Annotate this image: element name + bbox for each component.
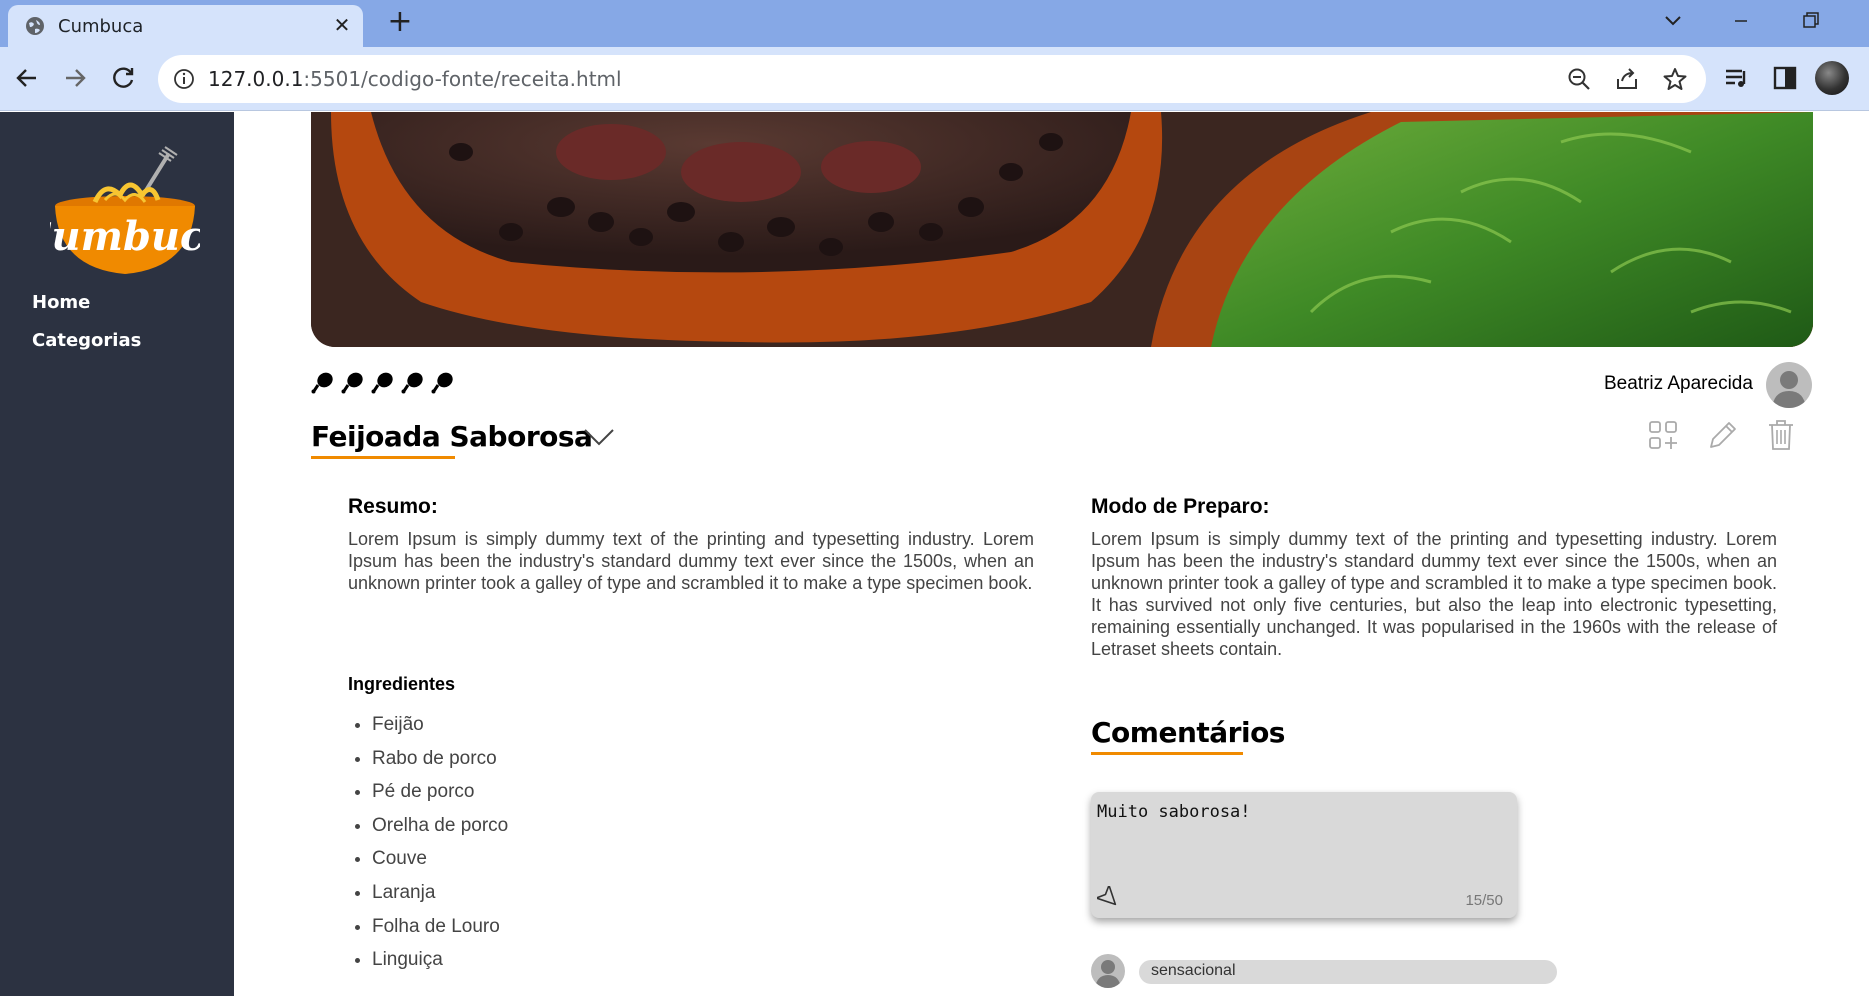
minimize-icon[interactable]	[1724, 6, 1758, 36]
zoom-out-icon[interactable]	[1566, 66, 1592, 92]
tab-title: Cumbuca	[58, 16, 144, 37]
preparation-text: Lorem Ipsum is simply dummy text of the …	[1091, 529, 1777, 659]
main-content: Beatriz Aparecida Feijoada Saborosa Resu…	[234, 112, 1869, 996]
drumstick-icon[interactable]	[311, 370, 335, 394]
summary-text: Lorem Ipsum is simply dummy text of the …	[348, 529, 1034, 593]
drumstick-icon[interactable]	[431, 370, 455, 394]
url-text[interactable]: 127.0.0.1:5501/codigo-fonte/receita.html	[208, 67, 622, 91]
list-item: Orelha de porco	[372, 809, 508, 843]
forward-arrow-icon[interactable]	[58, 61, 92, 95]
user-icon	[1772, 371, 1806, 408]
sidebar-item-categorias[interactable]: Categorias	[32, 330, 141, 351]
info-icon[interactable]	[172, 67, 196, 91]
list-item: Laranja	[372, 876, 508, 910]
list-item: Feijão	[372, 708, 508, 742]
restore-icon[interactable]	[1793, 6, 1827, 36]
summary-heading: Resumo:	[348, 495, 438, 518]
author-name: Beatriz Aparecida	[1604, 373, 1753, 394]
list-item: Couve	[372, 842, 508, 876]
bookmark-star-icon[interactable]	[1662, 66, 1688, 92]
sidebar-item-home[interactable]: Home	[32, 292, 90, 313]
drumstick-icon[interactable]	[401, 370, 425, 394]
list-item: Linguiça	[372, 943, 508, 977]
url-path: :5501/codigo-fonte/receita.html	[303, 67, 622, 91]
browser-tab[interactable]: Cumbuca ✕	[8, 5, 363, 47]
chevron-down-icon[interactable]	[582, 426, 616, 448]
side-panel-icon[interactable]	[1770, 63, 1800, 93]
drumstick-icon[interactable]	[341, 370, 365, 394]
media-playlist-icon[interactable]	[1722, 63, 1752, 93]
url-host: 127.0.0.1	[208, 67, 304, 91]
commenter-avatar	[1091, 954, 1125, 988]
new-tab-button[interactable]: +	[384, 7, 416, 39]
add-to-collection-icon[interactable]	[1647, 418, 1679, 452]
cumbuca-logo[interactable]: Cumbuca	[50, 140, 200, 290]
profile-avatar[interactable]	[1815, 61, 1849, 95]
send-icon[interactable]	[1097, 886, 1121, 910]
user-icon	[1095, 960, 1121, 988]
comment-text: sensacional	[1151, 962, 1236, 979]
feijoada-photo	[311, 112, 1813, 347]
recipe-title: Feijoada Saborosa	[311, 420, 593, 453]
char-count: 15/50	[1465, 892, 1503, 909]
address-bar[interactable]: 127.0.0.1:5501/codigo-fonte/receita.html	[158, 55, 1706, 103]
tab-close-icon[interactable]: ✕	[330, 13, 354, 37]
share-icon[interactable]	[1614, 66, 1640, 92]
sidebar: Cumbuca Home Categorias	[0, 112, 234, 996]
drumstick-icon[interactable]	[371, 370, 395, 394]
author-avatar[interactable]	[1766, 362, 1812, 408]
logo-text: Cumbuca	[50, 213, 200, 260]
recipe-hero-image	[311, 112, 1813, 347]
browser-titlebar: Cumbuca ✕ +	[0, 0, 1869, 47]
preparation-heading: Modo de Preparo:	[1091, 495, 1270, 518]
reload-icon[interactable]	[106, 61, 140, 95]
comments-underline	[1091, 752, 1243, 755]
comments-heading: Comentários	[1091, 716, 1285, 749]
ingredients-list: Feijão Rabo de porco Pé de porco Orelha …	[348, 708, 508, 977]
rating-stars[interactable]	[311, 370, 455, 394]
comment-input-value[interactable]: Muito saborosa!	[1097, 802, 1251, 822]
comment-input[interactable]: Muito saborosa! 15/50	[1091, 792, 1517, 918]
browser-toolbar: 127.0.0.1:5501/codigo-fonte/receita.html	[0, 47, 1869, 111]
list-item: Rabo de porco	[372, 742, 508, 776]
list-item: Pé de porco	[372, 775, 508, 809]
title-underline	[311, 456, 455, 459]
list-item: Folha de Louro	[372, 910, 508, 944]
edit-pencil-icon[interactable]	[1706, 418, 1738, 452]
comment-item: sensacional	[1139, 960, 1557, 984]
trash-icon[interactable]	[1765, 418, 1797, 452]
globe-icon	[26, 17, 44, 35]
back-arrow-icon[interactable]	[10, 61, 44, 95]
ingredients-heading: Ingredientes	[348, 674, 456, 694]
tab-search-chevron-icon[interactable]	[1656, 6, 1690, 36]
